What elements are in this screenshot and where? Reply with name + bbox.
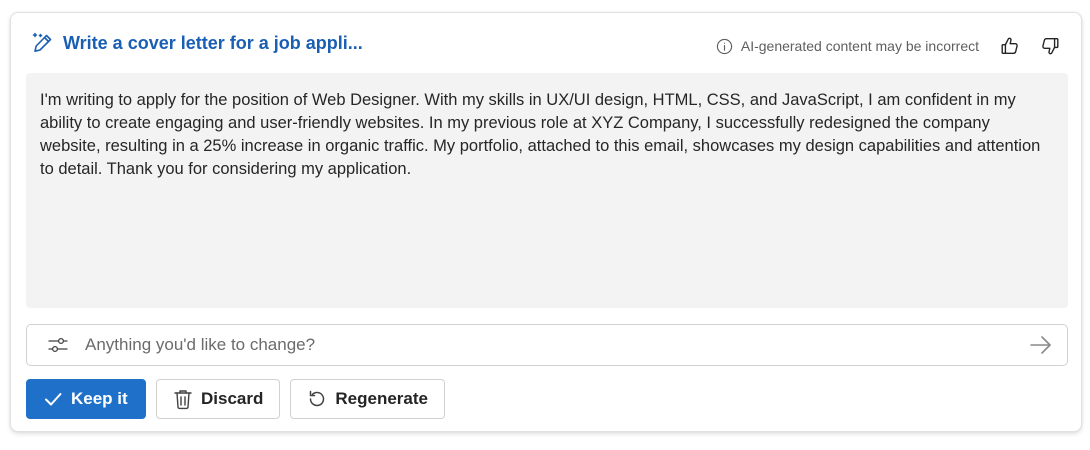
title-group: Write a cover letter for a job appli... xyxy=(31,31,363,55)
checkmark-icon xyxy=(45,393,62,406)
sliders-icon[interactable] xyxy=(47,335,69,355)
keep-it-button[interactable]: Keep it xyxy=(26,379,146,419)
regenerate-button[interactable]: Regenerate xyxy=(290,379,445,419)
refine-input-row xyxy=(26,324,1068,366)
refresh-icon xyxy=(310,390,325,407)
header-actions: AI-generated content may be incorrect xyxy=(716,32,1065,60)
thumbs-up-icon[interactable] xyxy=(995,32,1025,60)
trash-icon xyxy=(174,390,192,410)
discard-button[interactable]: Discard xyxy=(156,379,281,419)
ai-disclaimer: AI-generated content may be incorrect xyxy=(716,38,979,55)
info-icon xyxy=(716,38,733,55)
disclaimer-text: AI-generated content may be incorrect xyxy=(740,38,979,54)
magic-pen-icon xyxy=(31,31,55,55)
generated-content: I'm writing to apply for the position of… xyxy=(26,73,1068,308)
card-header: Write a cover letter for a job appli... … xyxy=(11,13,1081,73)
regenerate-label: Regenerate xyxy=(335,389,428,408)
thumbs-down-icon[interactable] xyxy=(1035,32,1065,60)
refine-input[interactable] xyxy=(83,334,1029,356)
discard-label: Discard xyxy=(201,389,264,408)
keep-it-label: Keep it xyxy=(71,389,128,408)
card-title: Write a cover letter for a job appli... xyxy=(63,32,363,53)
generated-text: I'm writing to apply for the position of… xyxy=(40,91,1041,178)
action-buttons: Keep it Discard Regenerate xyxy=(26,379,445,419)
arrow-right-icon[interactable] xyxy=(1029,335,1053,355)
copilot-draft-card: Write a cover letter for a job appli... … xyxy=(10,12,1082,432)
